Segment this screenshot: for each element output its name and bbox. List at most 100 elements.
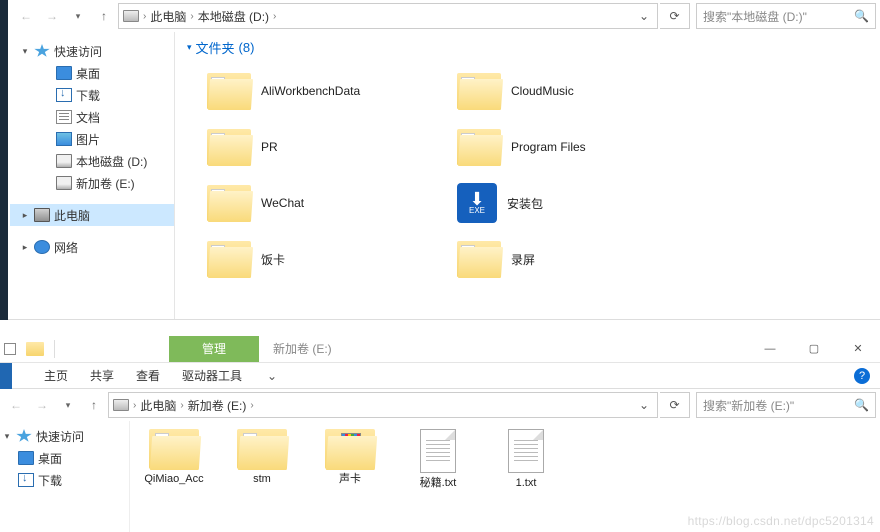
file-tile[interactable]: 1.txt [486,429,566,524]
forward-button[interactable]: → [40,4,64,28]
forward-button[interactable]: → [30,393,54,417]
address-dropdown[interactable]: ⌄ [635,398,653,412]
up-button[interactable]: ↑ [92,4,116,28]
taskbar-sliver [0,0,8,320]
tree-label: 此电脑 [54,207,90,224]
folder-item[interactable]: AliWorkbenchData [187,63,437,119]
recent-dropdown[interactable]: ▾ [56,393,80,417]
search-icon[interactable]: 🔍 [854,398,869,412]
file-tile[interactable]: QiMiao_Acc [134,429,214,524]
back-button[interactable]: ← [14,4,38,28]
breadcrumb-current[interactable]: 新加卷 (E:) [188,397,247,414]
search-box[interactable]: 搜索"新加卷 (E:)" 🔍 [696,392,876,418]
tree-disk-d[interactable]: ·本地磁盘 (D:) [10,150,174,172]
breadcrumb-current[interactable]: 本地磁盘 (D:) [198,8,269,25]
window-controls: — ▢ ✕ [748,335,880,363]
refresh-button[interactable]: ⟳ [660,3,690,29]
tree-downloads[interactable]: ·下载 [10,84,174,106]
folder-icon [207,129,251,165]
address-box[interactable]: › 此电脑 › 新加卷 (E:) › ⌄ [108,392,658,418]
group-count: (8) [239,40,255,55]
item-label: WeChat [261,196,304,210]
tile-label: QiMiao_Acc [144,473,203,486]
titlebar: 管理 新加卷 (E:) — ▢ ✕ [0,335,880,363]
desktop-icon [56,66,72,80]
address-dropdown[interactable]: ⌄ [635,9,653,23]
breadcrumb-root[interactable]: 此电脑 [140,397,176,414]
search-placeholder: 搜索"新加卷 (E:)" [703,397,854,414]
tile-label: stm [253,473,271,486]
ribbon-drivetools[interactable]: 驱动器工具 [182,367,242,384]
tree-label: 桌面 [38,450,62,467]
recent-dropdown[interactable]: ▾ [66,4,90,28]
ribbon-home[interactable]: 主页 [44,367,68,384]
nav-tree: ▾ 快速访问 ·桌面 ·下载 ·文档 ·图片 ·本地磁盘 (D:) ·新加卷 (… [10,32,175,319]
document-icon [56,110,72,124]
item-label: CloudMusic [511,84,574,98]
folder-item[interactable]: 录屏 [437,231,687,287]
ribbon-view[interactable]: 查看 [136,367,160,384]
tree-disk-e[interactable]: ·新加卷 (E:) [10,172,174,194]
address-bar-row-2: ← → ▾ ↑ › 此电脑 › 新加卷 (E:) › ⌄ ⟳ 搜索"新加卷 (E… [0,389,880,421]
thispc-icon [34,208,50,222]
chevron-right-icon[interactable]: › [273,11,276,22]
tree-label: 文档 [76,109,100,126]
help-icon[interactable]: ? [854,368,870,384]
folder-item[interactable]: ⬇EXE安装包 [437,175,687,231]
close-button[interactable]: ✕ [836,335,880,363]
file-tile[interactable]: stm [222,429,302,524]
tree-this-pc[interactable]: ▸此电脑 [10,204,174,226]
drive-icon [56,154,72,168]
tree-pictures[interactable]: ·图片 [10,128,174,150]
select-all-checkbox[interactable] [4,343,16,355]
contextual-tab-manage[interactable]: 管理 [169,336,259,362]
separator [54,340,55,358]
breadcrumb-root[interactable]: 此电脑 [150,8,186,25]
address-box[interactable]: › 此电脑 › 本地磁盘 (D:) › ⌄ [118,3,658,29]
minimize-button[interactable]: — [748,335,792,363]
refresh-button[interactable]: ⟳ [660,392,690,418]
download-icon [18,473,34,487]
folder-item[interactable]: PR [187,119,437,175]
group-label: 文件夹 [196,38,235,57]
tree-network[interactable]: ▸网络 [10,236,174,258]
back-button[interactable]: ← [4,393,28,417]
tree-documents[interactable]: ·文档 [10,106,174,128]
tree-label: 本地磁盘 (D:) [76,153,147,170]
folder-item[interactable]: 饭卡 [187,231,437,287]
chevron-right-icon[interactable]: › [133,400,136,411]
tile-label: 秘籍.txt [420,477,457,490]
tree-quick-access[interactable]: ▾快速访问 [0,425,129,447]
content-pane: ▾ 文件夹 (8) AliWorkbenchData CloudMusic PRPr… [175,32,880,319]
chevron-right-icon[interactable]: › [143,11,146,22]
chevron-right-icon[interactable]: › [190,11,193,22]
chevron-right-icon[interactable]: › [250,400,253,411]
maximize-button[interactable]: ▢ [792,335,836,363]
tree-downloads[interactable]: 下载 [0,469,129,491]
file-tile[interactable]: 声卡 [310,429,390,524]
tree-label: 快速访问 [54,43,102,60]
tree-quick-access[interactable]: ▾ 快速访问 [10,40,174,62]
up-button[interactable]: ↑ [82,393,106,417]
text-file-icon [508,429,544,473]
item-label: 录屏 [511,251,535,268]
file-tile[interactable]: 秘籍.txt [398,429,478,524]
body-split: ▾ 快速访问 ·桌面 ·下载 ·文档 ·图片 ·本地磁盘 (D:) ·新加卷 (… [0,32,880,319]
folder-icon [149,429,199,469]
tree-desktop[interactable]: 桌面 [0,447,129,469]
search-placeholder: 搜索"本地磁盘 (D:)" [703,8,854,25]
ribbon-share[interactable]: 共享 [90,367,114,384]
tree-label: 新加卷 (E:) [76,175,135,192]
folder-item[interactable]: WeChat [187,175,437,231]
folder-item[interactable]: CloudMusic [437,63,687,119]
group-header-folders[interactable]: ▾ 文件夹 (8) [187,38,868,57]
chevron-right-icon[interactable]: › [180,400,183,411]
ribbon-expand[interactable]: ⌄ [264,369,280,383]
file-tab-accent[interactable] [0,363,12,389]
folder-item[interactable]: Program Files [437,119,687,175]
tree-desktop[interactable]: ·桌面 [10,62,174,84]
search-box[interactable]: 搜索"本地磁盘 (D:)" 🔍 [696,3,876,29]
search-icon[interactable]: 🔍 [854,9,869,23]
drive-icon [56,176,72,190]
folder-grid: AliWorkbenchData CloudMusic PRProgram File… [187,63,868,287]
